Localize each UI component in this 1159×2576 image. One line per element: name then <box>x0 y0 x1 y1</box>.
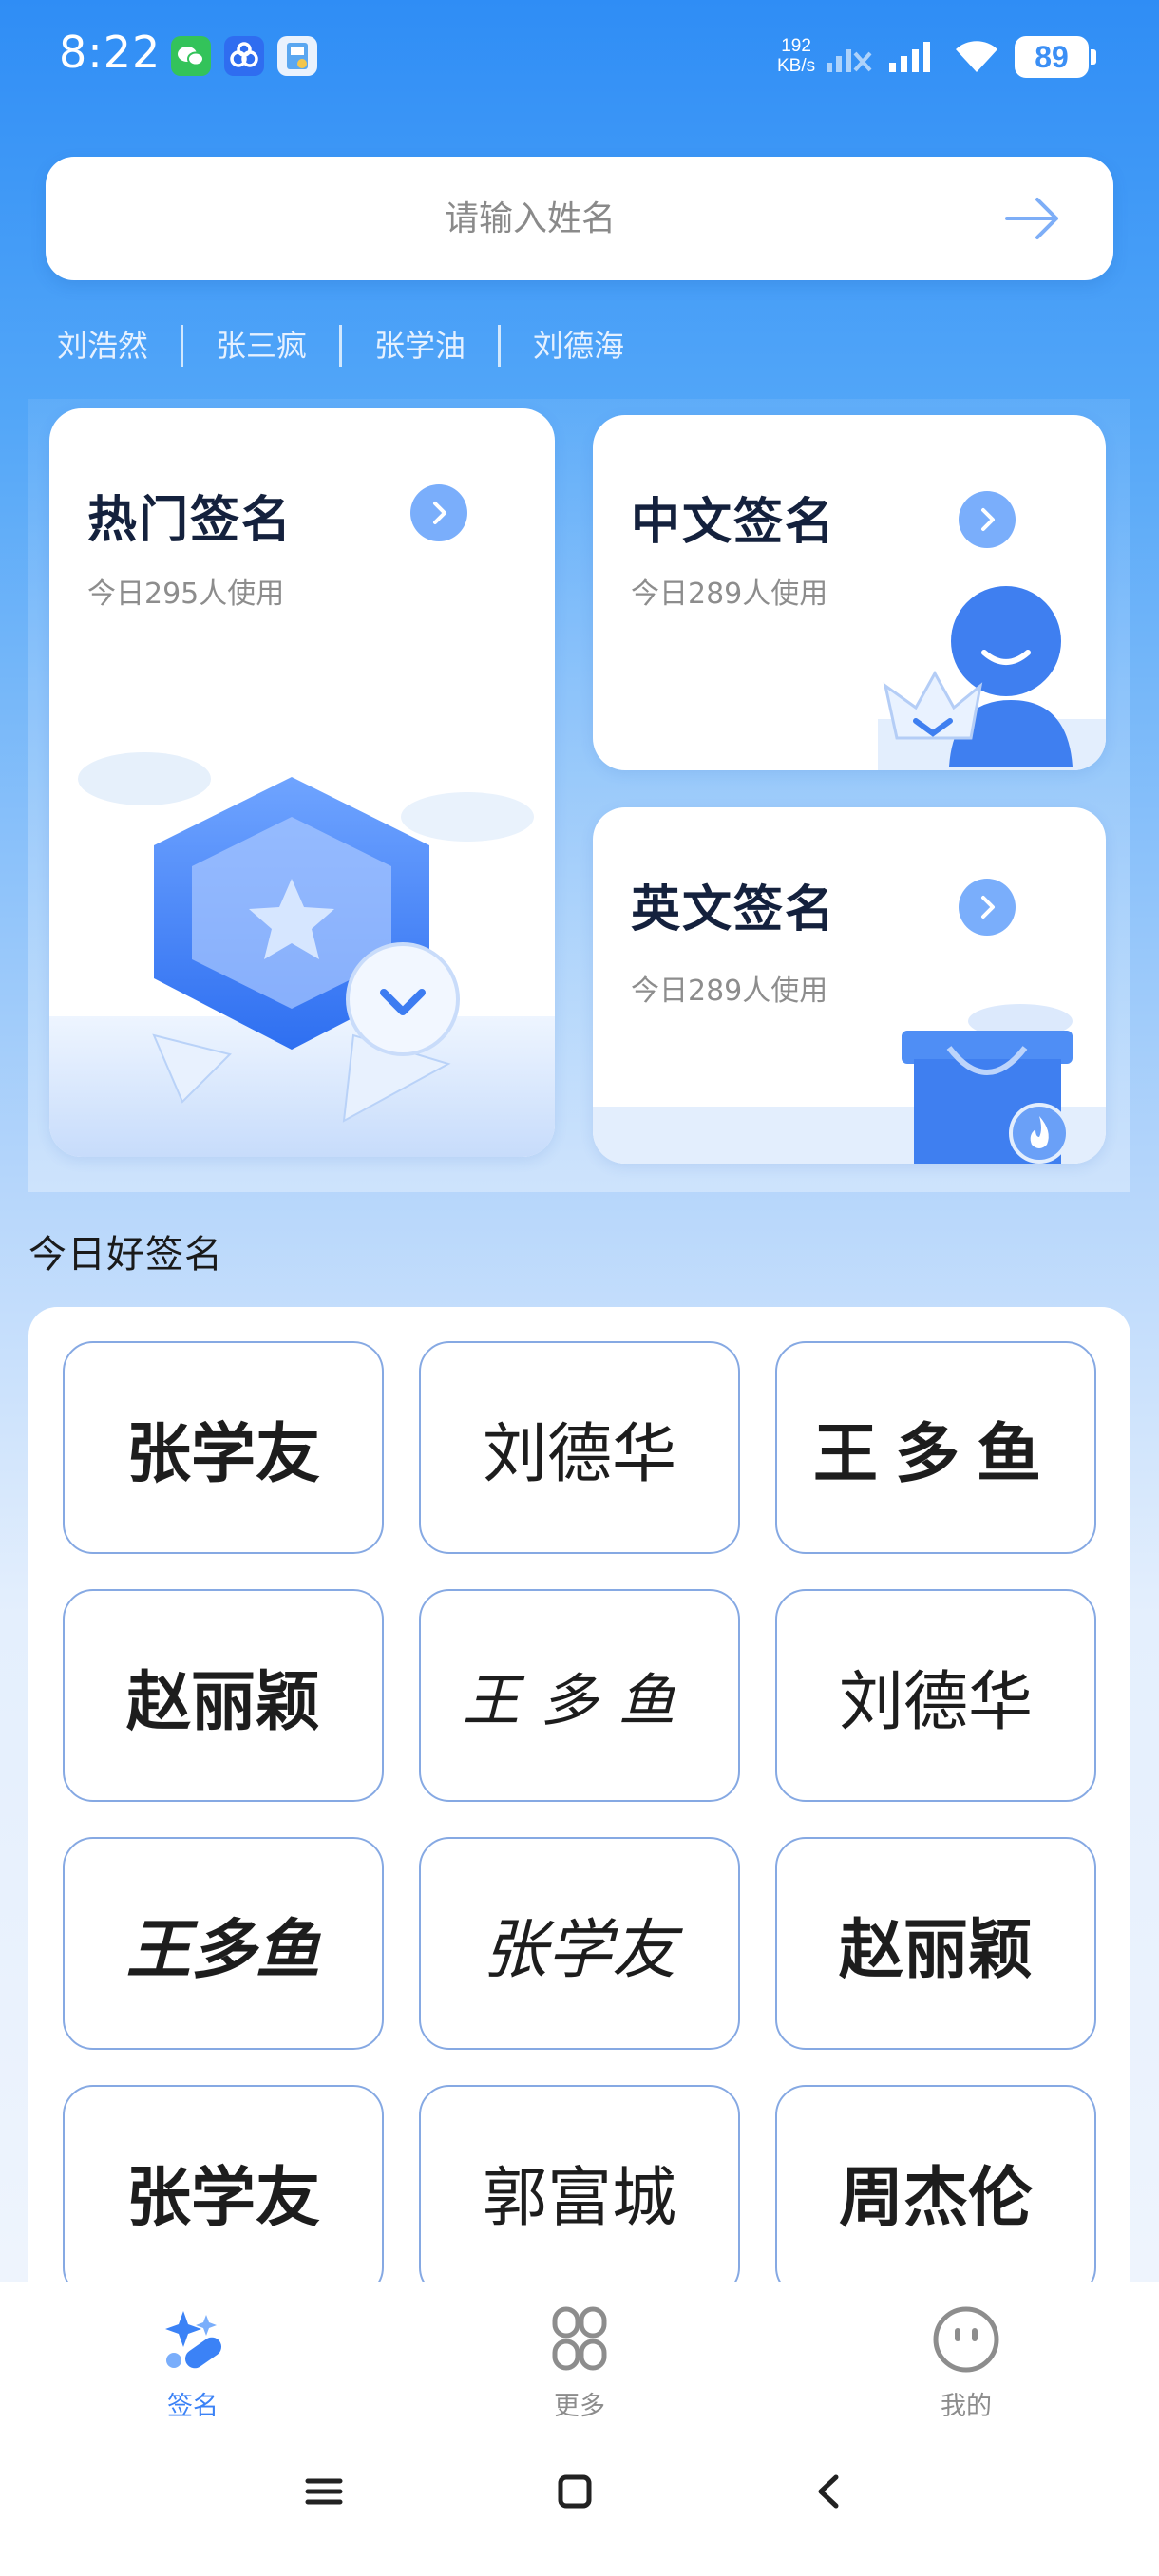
nav-label-mine: 我的 <box>940 2392 992 2421</box>
hot-card-arrow-button[interactable] <box>410 484 467 541</box>
signature-tile[interactable]: 刘德华 <box>775 1589 1096 1802</box>
signature-tile[interactable]: 张学友 <box>63 2085 384 2298</box>
signature-tile[interactable]: 郭富城 <box>419 2085 740 2298</box>
english-card-title: 英文签名 <box>631 881 837 938</box>
wechat-icon <box>171 36 211 76</box>
signature-tile[interactable]: 周杰伦 <box>775 2085 1096 2298</box>
recent-apps-menu-icon[interactable] <box>304 2472 344 2515</box>
wifi-icon <box>952 34 1001 80</box>
medal-illustration-icon <box>49 722 555 1157</box>
system-navigation-bar <box>0 2435 1159 2576</box>
back-chevron-icon[interactable] <box>809 2472 849 2515</box>
chinese-card-subtitle: 今日289人使用 <box>631 578 828 611</box>
name-search-input[interactable] <box>141 157 920 280</box>
status-time: 8:22 <box>59 27 162 78</box>
network-speed-unit: KB/s <box>777 56 816 76</box>
signature-tile[interactable]: 张学友 <box>63 1341 384 1554</box>
person-crown-illustration-icon <box>593 586 1106 770</box>
shopping-bag-illustration-icon <box>593 993 1106 1164</box>
suggestion-item[interactable]: 刘德海 <box>498 325 656 367</box>
english-signature-card[interactable]: 英文签名 今日289人使用 <box>593 807 1106 1164</box>
signature-tile[interactable]: 王多鱼 <box>775 1341 1096 1554</box>
hot-card-subtitle: 今日295人使用 <box>87 578 285 611</box>
chinese-card-title: 中文签名 <box>631 494 837 551</box>
chinese-signature-card[interactable]: 中文签名 今日289人使用 <box>593 415 1106 770</box>
name-suggestions: 刘浩然 张三疯 张学油 刘德海 <box>57 319 656 372</box>
battery-icon <box>1091 49 1096 65</box>
battery-level: 89 <box>1015 36 1089 78</box>
baidu-netdisk-icon <box>224 36 264 76</box>
signature-sparkle-icon <box>165 2311 222 2369</box>
signature-tile[interactable]: 刘德华 <box>419 1341 740 1554</box>
nav-item-signature[interactable]: 签名 <box>98 2305 288 2422</box>
hot-card-title: 热门签名 <box>87 492 294 549</box>
english-card-arrow-button[interactable] <box>959 879 1016 936</box>
suggestion-item[interactable]: 张学油 <box>339 325 498 367</box>
suggestion-item[interactable]: 张三疯 <box>180 325 339 367</box>
signature-tile[interactable]: 赵丽颖 <box>63 1589 384 1802</box>
daily-signature-grid: 张学友 刘德华 王多鱼 赵丽颖 王多鱼 刘德华 王多鱼 张学友 赵丽颖 张学友 … <box>28 1307 1130 2298</box>
search-submit-arrow-icon[interactable] <box>1001 187 1064 250</box>
suggestion-item[interactable]: 刘浩然 <box>57 325 180 367</box>
home-square-icon[interactable] <box>555 2472 595 2515</box>
nav-label-signature: 签名 <box>167 2392 218 2421</box>
signature-tile[interactable]: 张学友 <box>419 1837 740 2050</box>
grid-more-icon <box>552 2306 607 2371</box>
nav-item-mine[interactable]: 我的 <box>871 2305 1061 2422</box>
signature-tile[interactable]: 王多鱼 <box>63 1837 384 2050</box>
nav-label-more: 更多 <box>554 2392 605 2421</box>
notification-app-icon <box>277 36 317 76</box>
daily-section-title: 今日好签名 <box>28 1233 223 1277</box>
signal-sim1-icon <box>889 40 942 78</box>
smiley-face-icon <box>933 2306 999 2373</box>
signal-sim2-icon <box>826 40 876 78</box>
status-bar: 8:22 192 KB/s 89 <box>0 0 1159 114</box>
signature-tile[interactable]: 王多鱼 <box>419 1589 740 1802</box>
hot-signature-card[interactable]: 热门签名 今日295人使用 <box>49 408 555 1157</box>
signature-tile[interactable]: 赵丽颖 <box>775 1837 1096 2050</box>
nav-item-more[interactable]: 更多 <box>484 2305 674 2422</box>
bottom-navigation: 签名 更多 我的 <box>0 2282 1159 2435</box>
chinese-card-arrow-button[interactable] <box>959 491 1016 548</box>
network-speed: 192 KB/s <box>777 36 815 76</box>
search-box[interactable] <box>46 157 1113 280</box>
network-speed-value: 192 <box>781 36 811 56</box>
